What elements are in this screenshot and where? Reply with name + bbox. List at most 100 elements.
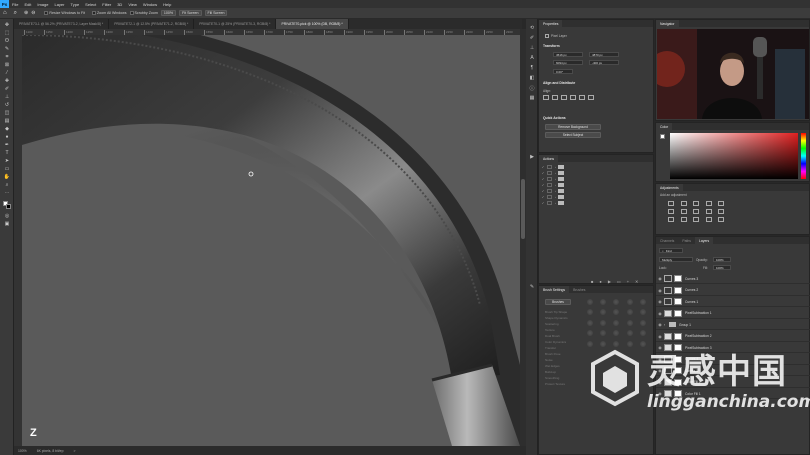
- new-set-icon[interactable]: ▭: [617, 279, 621, 284]
- transform-angle[interactable]: 0.00°: [553, 69, 573, 74]
- align-left-icon[interactable]: [543, 95, 549, 100]
- move-tool-icon[interactable]: ✥: [3, 22, 11, 28]
- adjustment-icon[interactable]: [705, 209, 712, 214]
- status-arrow[interactable]: >: [73, 449, 75, 453]
- layer-row[interactable]: ◉ PixelSubtraction 1: [656, 309, 810, 319]
- brush-tip-preset[interactable]: [600, 319, 607, 326]
- menu-image[interactable]: Image: [34, 2, 51, 7]
- layer-mask-thumbnail[interactable]: [674, 309, 682, 317]
- stop-icon[interactable]: ■: [591, 279, 593, 284]
- brush-tip-preset[interactable]: [600, 330, 607, 337]
- brush-tip-preset[interactable]: [613, 299, 620, 305]
- brushes-button[interactable]: Brushes: [545, 299, 571, 305]
- adjustment-icon[interactable]: [680, 217, 687, 222]
- check-icon[interactable]: ✓: [539, 171, 547, 175]
- chevron-right-icon[interactable]: ›: [555, 171, 556, 175]
- check-icon[interactable]: ✓: [539, 183, 547, 187]
- zoom-100-button[interactable]: 100%: [160, 10, 177, 16]
- layer-mask-thumbnail[interactable]: [674, 275, 682, 282]
- chevron-right-icon[interactable]: ›: [555, 195, 556, 199]
- brush-tip-preset[interactable]: [613, 309, 620, 316]
- adjustment-icon[interactable]: [693, 217, 700, 222]
- menu-filter[interactable]: Filter: [99, 2, 114, 7]
- hand-tool-icon[interactable]: ✋: [3, 174, 11, 180]
- brush-tip-preset[interactable]: [639, 319, 646, 326]
- resize-windows-checkbox[interactable]: Resize Windows to Fit: [44, 11, 85, 15]
- check-icon[interactable]: ✓: [539, 165, 547, 169]
- adjustment-icon[interactable]: [705, 217, 712, 222]
- eye-icon[interactable]: ◉: [656, 322, 664, 327]
- quick-select-tool-icon[interactable]: ✎: [3, 46, 11, 52]
- align-center-icon[interactable]: [552, 95, 558, 100]
- marquee-tool-icon[interactable]: ⬚: [3, 30, 11, 36]
- lasso-tool-icon[interactable]: ʘ: [3, 38, 11, 44]
- adjustment-icon[interactable]: [693, 201, 700, 206]
- dialog-toggle-icon[interactable]: [547, 165, 552, 169]
- stamp-tool-icon[interactable]: ⊥: [3, 94, 11, 100]
- brush-tip-preset[interactable]: [613, 330, 620, 337]
- brushes-tab[interactable]: Brushes: [569, 288, 589, 292]
- color-tab[interactable]: Color: [656, 123, 673, 130]
- fg-color-chip[interactable]: [660, 134, 665, 139]
- info-icon[interactable]: ⓘ: [528, 85, 536, 92]
- brush-tip-preset[interactable]: [587, 319, 593, 326]
- dialog-toggle-icon[interactable]: [547, 195, 552, 199]
- chevron-right-icon[interactable]: ›: [555, 183, 556, 187]
- brush-tip-preset[interactable]: [613, 319, 620, 326]
- dialog-toggle-icon[interactable]: [547, 189, 552, 193]
- adjustment-icon[interactable]: [705, 201, 712, 206]
- color-field[interactable]: [670, 133, 798, 179]
- actions-tab[interactable]: Actions: [539, 155, 559, 162]
- check-icon[interactable]: ✓: [539, 201, 547, 205]
- eye-icon[interactable]: ◉: [656, 288, 664, 293]
- brush-tip-preset[interactable]: [600, 299, 607, 305]
- status-zoom[interactable]: 100%: [18, 449, 27, 453]
- chevron-right-icon[interactable]: ›: [555, 165, 556, 169]
- dialog-toggle-icon[interactable]: [547, 183, 552, 187]
- opacity-input[interactable]: 100%: [713, 257, 731, 262]
- align-middle-icon[interactable]: [579, 95, 585, 100]
- new-action-icon[interactable]: +: [627, 279, 629, 284]
- frame-tool-icon[interactable]: ⊠: [3, 62, 11, 68]
- home-icon[interactable]: ⌂: [3, 10, 7, 16]
- actions-icon[interactable]: ▶: [528, 154, 536, 160]
- zoom-tool-icon[interactable]: ⌕: [14, 10, 17, 17]
- libraries-icon[interactable]: ▦: [528, 95, 536, 101]
- dialog-toggle-icon[interactable]: [547, 201, 552, 205]
- adjustment-icon[interactable]: [668, 217, 674, 222]
- quick-actions-section[interactable]: Quick Actions: [543, 116, 566, 120]
- dialog-toggle-icon[interactable]: [547, 171, 552, 175]
- layer-mask-thumbnail[interactable]: [674, 286, 682, 294]
- brush-tip-preset[interactable]: [639, 330, 646, 337]
- screen-mode-icon[interactable]: ▣: [3, 221, 11, 227]
- eye-icon[interactable]: ◉: [656, 276, 664, 281]
- chevron-right-icon[interactable]: ›: [555, 189, 556, 193]
- check-icon[interactable]: ✓: [539, 195, 547, 199]
- menu-edit[interactable]: Edit: [21, 2, 34, 7]
- brush-tip-preset[interactable]: [587, 299, 593, 305]
- menu-window[interactable]: Window: [140, 2, 160, 7]
- menu-file[interactable]: File: [9, 2, 21, 7]
- eyedropper-tool-icon[interactable]: ⁄: [3, 70, 11, 76]
- transform-y[interactable]: -400 px: [589, 60, 619, 65]
- doc-tab[interactable]: PRIVATE72-1 @ 12.5% (PRIVATE71-2, RGB/8)…: [109, 19, 195, 29]
- crop-tool-icon[interactable]: ⌗: [3, 54, 11, 60]
- background-color-swatch[interactable]: [6, 204, 11, 209]
- path-select-tool-icon[interactable]: ➤: [3, 158, 11, 164]
- menu-help[interactable]: Help: [160, 2, 174, 7]
- blur-tool-icon[interactable]: ◆: [3, 126, 11, 132]
- quick-mask-icon[interactable]: ◎: [3, 213, 11, 219]
- blend-mode-select[interactable]: Multiply: [659, 257, 693, 262]
- layer-mask-thumbnail[interactable]: [674, 332, 682, 340]
- brush-tip-preset[interactable]: [600, 309, 607, 316]
- zoom-out-icon[interactable]: ⊖: [31, 10, 35, 16]
- brush-tool-icon[interactable]: ✐: [3, 86, 11, 92]
- adjustment-icon[interactable]: [680, 209, 687, 214]
- chevron-right-icon[interactable]: ›: [555, 201, 556, 205]
- doc-tab[interactable]: PRIVATE70-1 @ 25% (PRIVATE70-3, RGB/8) *: [194, 19, 277, 29]
- brush-tip-preset[interactable]: [626, 299, 633, 305]
- history-icon[interactable]: ⟲: [528, 25, 536, 31]
- align-right-icon[interactable]: [561, 95, 567, 100]
- align-bottom-icon[interactable]: [588, 95, 594, 100]
- brushes-icon[interactable]: ✐: [528, 35, 536, 41]
